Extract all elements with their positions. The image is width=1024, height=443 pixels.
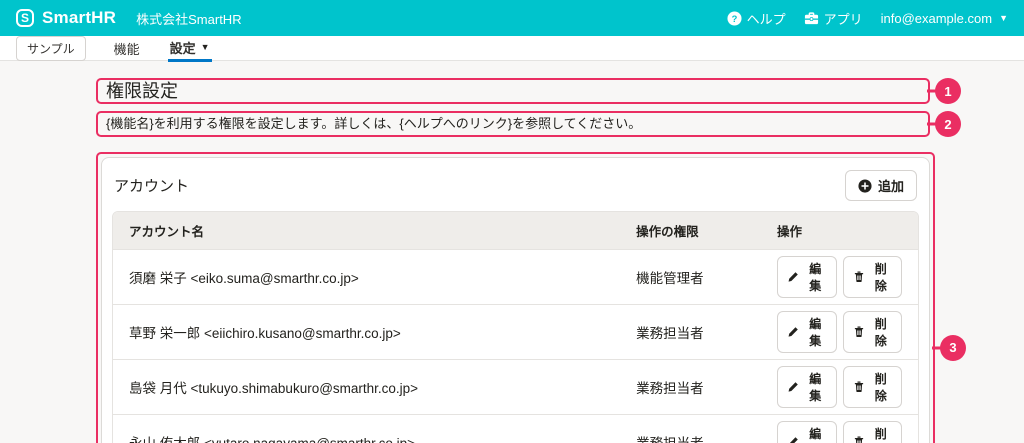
add-button[interactable]: 追加 [845, 170, 917, 201]
pencil-icon [787, 436, 799, 443]
app-header: S SmartHR 株式会社SmartHR ? ヘルプ アプリ info@exa… [0, 0, 1024, 36]
annotated-title-region: 権限設定 1 [96, 78, 930, 104]
table-row: 永山 侑太郎 <yutaro.nagayama@smarthr.co.jp> 業… [113, 415, 918, 443]
tab-settings-label: 設定 [170, 38, 196, 57]
page-description: {機能名}を利用する権限を設定します。詳しくは、{ヘルプへのリンク}を参照してく… [98, 113, 928, 135]
column-header-account-name: アカウント名 [113, 212, 620, 250]
page-title: 権限設定 [98, 80, 928, 102]
column-header-operations: 操作 [761, 212, 918, 250]
column-header-permission: 操作の権限 [620, 212, 761, 250]
account-email: info@example.com [881, 11, 992, 26]
tab-nav: サンプル 機能 設定 ▼ [0, 36, 1024, 61]
permission-cell: 業務担当者 [620, 415, 761, 443]
pencil-icon [787, 326, 799, 338]
edit-button-label: 編集 [804, 370, 826, 404]
table-row: 須磨 栄子 <eiko.suma@smarthr.co.jp> 機能管理者 [113, 250, 918, 305]
account-name-cell: 草野 栄一郎 <eiichiro.kusano@smarthr.co.jp> [113, 305, 620, 360]
table-row: 草野 栄一郎 <eiichiro.kusano@smarthr.co.jp> 業… [113, 305, 918, 360]
edit-button-label: 編集 [804, 425, 826, 443]
permission-cell: 業務担当者 [620, 360, 761, 415]
company-name: 株式会社SmartHR [136, 9, 241, 28]
account-name-cell: 永山 侑太郎 <yutaro.nagayama@smarthr.co.jp> [113, 415, 620, 443]
chevron-down-icon: ▼ [201, 42, 210, 52]
help-link[interactable]: ? ヘルプ [727, 9, 786, 28]
smarthr-logo-icon: S [16, 9, 34, 27]
card-title: アカウント [114, 175, 189, 196]
svg-text:?: ? [731, 13, 737, 23]
delete-button[interactable]: 削除 [843, 311, 902, 353]
accounts-card: アカウント 追加 アカウント名 操作の権限 操作 [101, 157, 930, 443]
edit-button[interactable]: 編集 [777, 421, 836, 443]
plus-circle-icon [858, 179, 872, 193]
trash-icon [853, 326, 865, 338]
edit-button-label: 編集 [804, 260, 826, 294]
chevron-down-icon: ▼ [999, 13, 1008, 23]
annotated-description-region: {機能名}を利用する権限を設定します。詳しくは、{ヘルプへのリンク}を参照してく… [96, 111, 930, 137]
edit-button-label: 編集 [804, 315, 826, 349]
delete-button[interactable]: 削除 [843, 421, 902, 443]
delete-button-label: 削除 [870, 260, 892, 294]
edit-button[interactable]: 編集 [777, 311, 836, 353]
apps-briefcase-icon [804, 11, 819, 26]
permission-cell: 業務担当者 [620, 305, 761, 360]
pencil-icon [787, 271, 799, 283]
main-content: 権限設定 1 {機能名}を利用する権限を設定します。詳しくは、{ヘルプへのリンク… [0, 61, 1024, 443]
account-name-cell: 須磨 栄子 <eiko.suma@smarthr.co.jp> [113, 250, 620, 305]
brand[interactable]: S SmartHR 株式会社SmartHR [16, 8, 242, 28]
brand-name: SmartHR [42, 8, 116, 28]
add-button-label: 追加 [878, 176, 904, 195]
trash-icon [853, 436, 865, 443]
account-name-cell: 島袋 月代 <tukuyo.shimabukuro@smarthr.co.jp> [113, 360, 620, 415]
permission-cell: 機能管理者 [620, 250, 761, 305]
edit-button[interactable]: 編集 [777, 366, 836, 408]
account-menu[interactable]: info@example.com ▼ [881, 11, 1008, 26]
accounts-table: アカウント名 操作の権限 操作 須磨 栄子 <eiko.suma@smarthr… [112, 211, 919, 443]
edit-button[interactable]: 編集 [777, 256, 836, 298]
annotated-card-region: 3 アカウント 追加 アカウント名 操作の権限 [96, 152, 935, 443]
tab-settings[interactable]: 設定 ▼ [168, 35, 212, 62]
apps-label: アプリ [824, 9, 863, 28]
delete-button[interactable]: 削除 [843, 256, 902, 298]
delete-button-label: 削除 [870, 425, 892, 443]
trash-icon [853, 271, 865, 283]
delete-button-label: 削除 [870, 370, 892, 404]
annotation-badge-2: 2 [935, 111, 961, 137]
tab-functions[interactable]: 機能 [112, 36, 142, 61]
annotation-badge-3: 3 [940, 335, 966, 361]
apps-link[interactable]: アプリ [804, 9, 863, 28]
pencil-icon [787, 381, 799, 393]
table-row: 島袋 月代 <tukuyo.shimabukuro@smarthr.co.jp>… [113, 360, 918, 415]
trash-icon [853, 381, 865, 393]
annotation-badge-1: 1 [935, 78, 961, 104]
tab-sample[interactable]: サンプル [16, 36, 86, 61]
delete-button-label: 削除 [870, 315, 892, 349]
help-icon: ? [727, 11, 742, 26]
delete-button[interactable]: 削除 [843, 366, 902, 408]
help-label: ヘルプ [747, 9, 786, 28]
